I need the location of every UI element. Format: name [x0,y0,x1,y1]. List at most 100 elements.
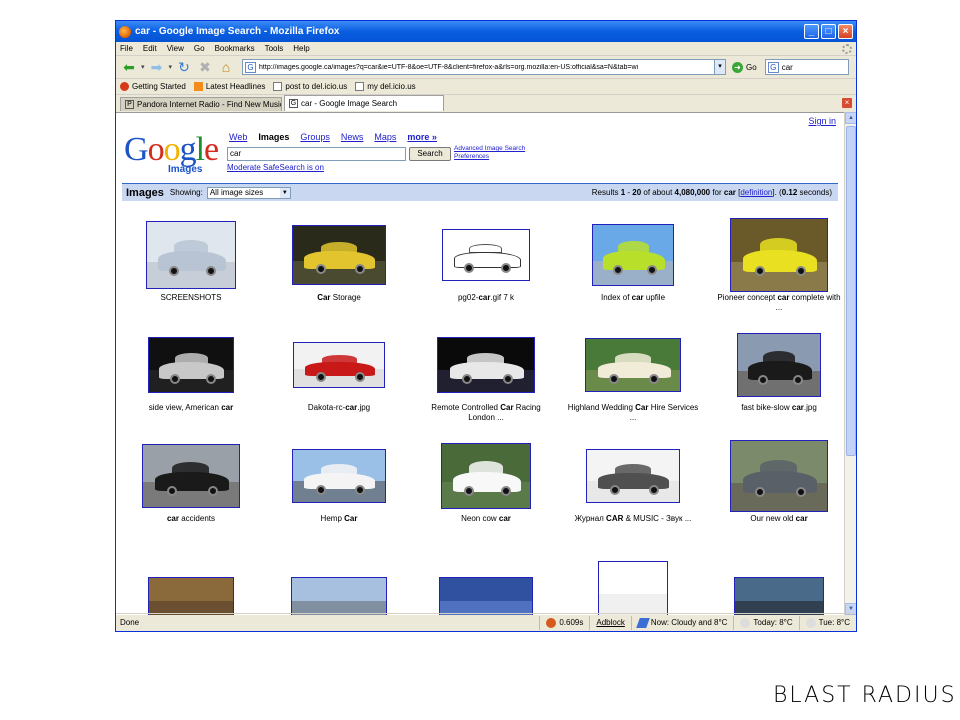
scrollbar-thumb[interactable] [846,126,856,456]
thumbnail-image[interactable] [586,449,680,503]
image-result[interactable]: car accidents [118,440,264,524]
image-caption[interactable]: Hemp Car [266,514,412,524]
back-dropdown-icon[interactable]: ▾ [141,63,145,71]
search-input[interactable]: car [227,147,406,161]
image-caption[interactable]: car accidents [118,514,264,524]
image-caption[interactable]: Remote Controlled Car Racing London ... [413,403,559,423]
image-result[interactable] [413,545,559,615]
image-result[interactable]: Dakota-rc-car.jpg [266,329,412,413]
image-caption[interactable]: Index of car upfile [560,293,706,303]
close-button[interactable]: × [838,24,853,39]
thumbnail-image[interactable] [730,218,828,292]
tab-google-images[interactable]: Gcar - Google Image Search [284,95,444,111]
thumbnail-image[interactable] [293,342,385,388]
minimize-button[interactable]: _ [804,24,819,39]
menu-help[interactable]: Help [293,44,309,53]
image-result[interactable]: Hemp Car [266,440,412,524]
google-images-logo[interactable]: Google Images [124,133,224,177]
close-tab-icon[interactable]: × [842,98,852,108]
scroll-up-icon[interactable]: ▲ [845,112,856,124]
image-result[interactable] [560,545,706,615]
back-arrow-icon[interactable]: ⬅ [120,59,138,75]
home-icon[interactable]: ⌂ [217,59,235,75]
thumbnail-image[interactable] [598,561,668,615]
thumbnail-image[interactable] [585,338,681,392]
thumbnail-image[interactable] [142,444,240,508]
tab-pandora[interactable]: PPandora Internet Radio - Find New Music… [120,97,282,111]
menu-view[interactable]: View [167,44,184,53]
sign-in-link[interactable]: Sign in [808,116,836,126]
thumbnail-image[interactable] [439,577,533,615]
thumbnail-image[interactable] [148,577,234,615]
search-engine-icon[interactable]: G [767,61,779,73]
url-bar[interactable]: G http://images.google.ca/images?q=car&i… [242,59,727,75]
image-result[interactable]: Remote Controlled Car Racing London ... [413,329,559,423]
image-caption[interactable]: fast bike-slow car.jpg [706,403,844,413]
image-result[interactable]: SCREENSHOTS [118,219,264,303]
stop-icon[interactable]: ✖ [196,59,214,75]
adblock-button[interactable]: Adblock [589,615,630,630]
image-size-select[interactable]: All image sizes ▼ [206,186,291,199]
image-result[interactable]: side view, American car [118,329,264,413]
thumbnail-image[interactable] [148,337,234,393]
weather-now[interactable]: Now: Cloudy and 8°C [630,615,734,630]
preferences-link[interactable]: Preferences [454,153,525,161]
nav-maps[interactable]: Maps [374,132,396,142]
thumbnail-image[interactable] [291,577,387,615]
advanced-image-search-link[interactable]: Advanced Image Search [454,145,525,153]
menu-bookmarks[interactable]: Bookmarks [215,44,255,53]
nav-more[interactable]: more » [407,132,437,142]
thumbnail-image[interactable] [441,443,531,509]
thumbnail-image[interactable] [592,224,674,286]
thumbnail-image[interactable] [292,449,386,503]
image-caption[interactable]: Highland Wedding Car Hire Services... [560,403,706,423]
thumbnail-image[interactable] [146,221,236,289]
maximize-button[interactable]: □ [821,24,836,39]
weather-tuesday[interactable]: Tue: 8°C [798,615,856,630]
menu-go[interactable]: Go [194,44,205,53]
browser-search-value[interactable]: car [782,63,793,72]
image-caption[interactable]: Dakota-rc-car.jpg [266,403,412,413]
image-result[interactable]: Car Storage [266,219,412,303]
menu-tools[interactable]: Tools [265,44,284,53]
url-history-dropdown-icon[interactable]: ▾ [714,60,726,74]
image-caption[interactable]: side view, American car [118,403,264,413]
image-result[interactable]: Our new old car [706,440,844,524]
image-result[interactable]: fast bike-slow car.jpg [706,329,844,413]
bookmark-my-delicious[interactable]: my del.icio.us [355,82,416,91]
image-result[interactable] [706,545,844,615]
browser-search-box[interactable]: G car [764,59,849,75]
thumbnail-image[interactable] [292,225,386,285]
image-result[interactable]: pg02-car.gif 7 k [413,219,559,303]
menu-file[interactable]: File [120,44,133,53]
image-result[interactable]: Index of car upfile [560,219,706,303]
image-result[interactable]: Highland Wedding Car Hire Services... [560,329,706,423]
image-result[interactable]: Neon cow car [413,440,559,524]
url-text[interactable]: http://images.google.ca/images?q=car&ie=… [259,64,714,71]
vertical-scrollbar[interactable]: ▲ ▼ [844,112,856,615]
thumbnail-image[interactable] [730,440,828,512]
image-caption[interactable]: Neon cow car [413,514,559,524]
image-result[interactable]: Журнал CAR & MUSIC - Звук ... [560,440,706,524]
image-caption[interactable]: SCREENSHOTS [118,293,264,303]
definition-link[interactable]: definition [740,188,772,197]
search-button[interactable]: Search [409,147,451,161]
thumbnail-image[interactable] [437,337,535,393]
bookmark-latest-headlines[interactable]: Latest Headlines [193,82,265,91]
bookmark-getting-started[interactable]: Getting Started [120,82,186,91]
bookmark-post-delicious[interactable]: post to del.icio.us [273,82,347,91]
nav-news[interactable]: News [341,132,364,142]
safesearch-link[interactable]: Moderate SafeSearch is on [227,163,324,172]
forward-dropdown-icon[interactable]: ▾ [169,63,173,71]
image-result[interactable] [266,545,412,615]
image-caption[interactable]: Журнал CAR & MUSIC - Звук ... [560,514,706,524]
thumbnail-image[interactable] [442,229,530,281]
forward-arrow-icon[interactable]: ➡ [148,59,166,75]
nav-groups[interactable]: Groups [300,132,330,142]
image-caption[interactable]: Our new old car [706,514,844,524]
image-caption[interactable]: Pioneer concept car complete with... [706,293,844,313]
image-caption[interactable]: Car Storage [266,293,412,303]
thumbnail-image[interactable] [737,333,821,397]
image-result[interactable]: Pioneer concept car complete with... [706,218,844,313]
image-result[interactable] [118,545,264,615]
